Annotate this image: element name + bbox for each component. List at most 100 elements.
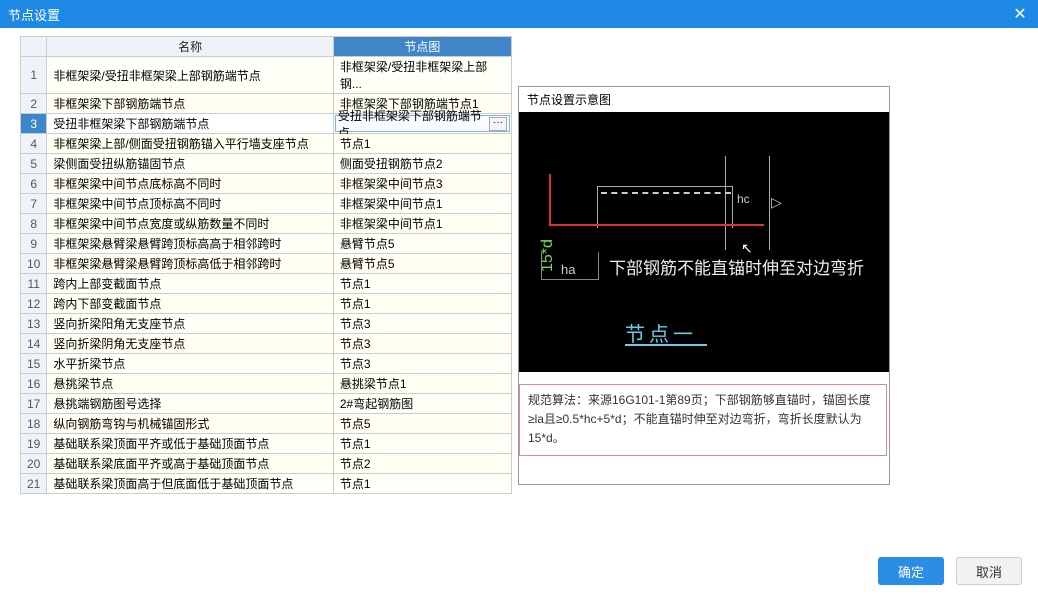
preview-pane: 节点设置示意图 15*d hc ▷ ha 下部钢筋不能直锚时伸至对边弯折 节点一: [518, 36, 1028, 550]
titlebar: 节点设置 ✕: [0, 0, 1038, 28]
row-name[interactable]: 基础联系梁顶面平齐或低于基础顶面节点: [47, 434, 334, 454]
row-diagram[interactable]: 节点5: [333, 414, 511, 434]
row-diagram[interactable]: 悬臂节点5: [333, 234, 511, 254]
row-diagram[interactable]: 受扭非框架梁下部钢筋端节点···: [333, 114, 511, 134]
row-name[interactable]: 非框架梁悬臂梁悬臂跨顶标高高于相邻跨时: [47, 234, 334, 254]
row-diagram[interactable]: 侧面受扭钢筋节点2: [333, 154, 511, 174]
preview-description: 规范算法：来源16G101-1第89页；下部钢筋够直锚时，锚固长度≥la且≥0.…: [519, 384, 887, 456]
table-row[interactable]: 10非框架梁悬臂梁悬臂跨顶标高低于相邻跨时悬臂节点5: [21, 254, 512, 274]
row-name[interactable]: 竖向折梁阴角无支座节点: [47, 334, 334, 354]
table-row[interactable]: 20基础联系梁底面平齐或高于基础顶面节点节点2: [21, 454, 512, 474]
row-diagram[interactable]: 非框架梁中间节点1: [333, 214, 511, 234]
diagram-node-title: 节点一: [625, 318, 697, 347]
row-name[interactable]: 基础联系梁顶面高于但底面低于基础顶面节点: [47, 474, 334, 494]
row-name[interactable]: 纵向钢筋弯钩与机械锚固形式: [47, 414, 334, 434]
row-name[interactable]: 竖向折梁阳角无支座节点: [47, 314, 334, 334]
diagram-line: [769, 156, 770, 250]
window-title: 节点设置: [8, 5, 1010, 24]
diagram-dash: [601, 192, 731, 194]
row-name[interactable]: 非框架梁中间节点顶标高不同时: [47, 194, 334, 214]
ok-button[interactable]: 确定: [878, 557, 944, 585]
table-row[interactable]: 18纵向钢筋弯钩与机械锚固形式节点5: [21, 414, 512, 434]
row-name[interactable]: 悬挑端钢筋图号选择: [47, 394, 334, 414]
row-index: 18: [21, 414, 47, 434]
row-diagram[interactable]: 节点3: [333, 314, 511, 334]
table-row[interactable]: 17悬挑端钢筋图号选择2#弯起钢筋图: [21, 394, 512, 414]
table-row[interactable]: 5梁侧面受扭纵筋锚固节点侧面受扭钢筋节点2: [21, 154, 512, 174]
row-index: 12: [21, 294, 47, 314]
row-diagram[interactable]: 非框架梁/受扭非框架梁上部钢...: [333, 57, 511, 94]
row-name[interactable]: 受扭非框架梁下部钢筋端节点: [47, 114, 334, 134]
row-index: 3: [21, 114, 47, 134]
diagram-select-input[interactable]: 受扭非框架梁下部钢筋端节点···: [335, 115, 510, 132]
node-table: 名称 节点图 1非框架梁/受扭非框架梁上部钢筋端节点非框架梁/受扭非框架梁上部钢…: [20, 36, 512, 494]
row-name[interactable]: 水平折梁节点: [47, 354, 334, 374]
row-name[interactable]: 梁侧面受扭纵筋锚固节点: [47, 154, 334, 174]
diagram-underline: [625, 344, 707, 346]
close-icon[interactable]: ✕: [1010, 4, 1030, 24]
row-name[interactable]: 非框架梁上部/侧面受扭钢筋锚入平行墙支座节点: [47, 134, 334, 154]
table-row[interactable]: 19基础联系梁顶面平齐或低于基础顶面节点节点1: [21, 434, 512, 454]
row-index: 14: [21, 334, 47, 354]
row-diagram[interactable]: 节点1: [333, 134, 511, 154]
diagram-rebar-v: [549, 174, 551, 226]
table-row[interactable]: 9非框架梁悬臂梁悬臂跨顶标高高于相邻跨时悬臂节点5: [21, 234, 512, 254]
table-row[interactable]: 7非框架梁中间节点顶标高不同时非框架梁中间节点1: [21, 194, 512, 214]
row-name[interactable]: 非框架梁悬臂梁悬臂跨顶标高低于相邻跨时: [47, 254, 334, 274]
cursor-icon: ↖: [741, 240, 753, 257]
row-name[interactable]: 跨内下部变截面节点: [47, 294, 334, 314]
preview-title: 节点设置示意图: [519, 87, 889, 112]
diagram-label-ha: ha: [561, 262, 575, 277]
table-row[interactable]: 4非框架梁上部/侧面受扭钢筋锚入平行墙支座节点节点1: [21, 134, 512, 154]
table-row[interactable]: 13竖向折梁阳角无支座节点节点3: [21, 314, 512, 334]
content-area: 名称 节点图 1非框架梁/受扭非框架梁上部钢筋端节点非框架梁/受扭非框架梁上部钢…: [0, 28, 1038, 550]
row-name[interactable]: 非框架梁中间节点宽度或纵筋数量不同时: [47, 214, 334, 234]
row-index: 10: [21, 254, 47, 274]
ellipsis-button[interactable]: ···: [489, 117, 507, 131]
row-diagram[interactable]: 节点3: [333, 354, 511, 374]
row-diagram[interactable]: 2#弯起钢筋图: [333, 394, 511, 414]
table-row[interactable]: 16悬挑梁节点悬挑梁节点1: [21, 374, 512, 394]
row-diagram[interactable]: 悬挑梁节点1: [333, 374, 511, 394]
row-name[interactable]: 非框架梁/受扭非框架梁上部钢筋端节点: [47, 57, 334, 94]
row-index: 1: [21, 57, 47, 94]
table-row[interactable]: 21基础联系梁顶面高于但底面低于基础顶面节点节点1: [21, 474, 512, 494]
row-diagram[interactable]: 节点1: [333, 474, 511, 494]
row-index: 13: [21, 314, 47, 334]
table-pane: 名称 节点图 1非框架梁/受扭非框架梁上部钢筋端节点非框架梁/受扭非框架梁上部钢…: [20, 36, 512, 550]
col-diagram-header[interactable]: 节点图: [333, 37, 511, 57]
row-name[interactable]: 基础联系梁底面平齐或高于基础顶面节点: [47, 454, 334, 474]
row-index: 5: [21, 154, 47, 174]
table-row[interactable]: 12跨内下部变截面节点节点1: [21, 294, 512, 314]
col-idx-header: [21, 37, 47, 57]
row-diagram[interactable]: 节点1: [333, 274, 511, 294]
row-name[interactable]: 非框架梁中间节点底标高不同时: [47, 174, 334, 194]
row-diagram[interactable]: 悬臂节点5: [333, 254, 511, 274]
col-name-header[interactable]: 名称: [47, 37, 334, 57]
row-name[interactable]: 悬挑梁节点: [47, 374, 334, 394]
diagram-label-hc: hc: [737, 192, 750, 206]
table-row[interactable]: 14竖向折梁阴角无支座节点节点3: [21, 334, 512, 354]
table-row[interactable]: 15水平折梁节点节点3: [21, 354, 512, 374]
row-diagram[interactable]: 节点3: [333, 334, 511, 354]
table-row[interactable]: 1非框架梁/受扭非框架梁上部钢筋端节点非框架梁/受扭非框架梁上部钢...: [21, 57, 512, 94]
row-index: 21: [21, 474, 47, 494]
cancel-button[interactable]: 取消: [956, 557, 1022, 585]
preview-box: 节点设置示意图 15*d hc ▷ ha 下部钢筋不能直锚时伸至对边弯折 节点一: [518, 86, 890, 485]
table-row[interactable]: 3受扭非框架梁下部钢筋端节点受扭非框架梁下部钢筋端节点···: [21, 114, 512, 134]
row-diagram[interactable]: 节点1: [333, 294, 511, 314]
table-row[interactable]: 8非框架梁中间节点宽度或纵筋数量不同时非框架梁中间节点1: [21, 214, 512, 234]
row-index: 6: [21, 174, 47, 194]
row-name[interactable]: 非框架梁下部钢筋端节点: [47, 94, 334, 114]
diagram-rebar-h: [549, 224, 764, 226]
row-index: 4: [21, 134, 47, 154]
row-diagram[interactable]: 非框架梁中间节点1: [333, 194, 511, 214]
dialog-window: 节点设置 ✕ 名称 节点图 1非框架梁/受扭非框架梁上部钢筋端节点非框架梁/受扭…: [0, 0, 1038, 598]
row-diagram[interactable]: 节点1: [333, 434, 511, 454]
table-row[interactable]: 11跨内上部变截面节点节点1: [21, 274, 512, 294]
row-diagram[interactable]: 非框架梁中间节点3: [333, 174, 511, 194]
table-row[interactable]: 6非框架梁中间节点底标高不同时非框架梁中间节点3: [21, 174, 512, 194]
row-name[interactable]: 跨内上部变截面节点: [47, 274, 334, 294]
row-diagram[interactable]: 节点2: [333, 454, 511, 474]
preview-diagram: 15*d hc ▷ ha 下部钢筋不能直锚时伸至对边弯折 节点一 ↖: [519, 112, 889, 372]
